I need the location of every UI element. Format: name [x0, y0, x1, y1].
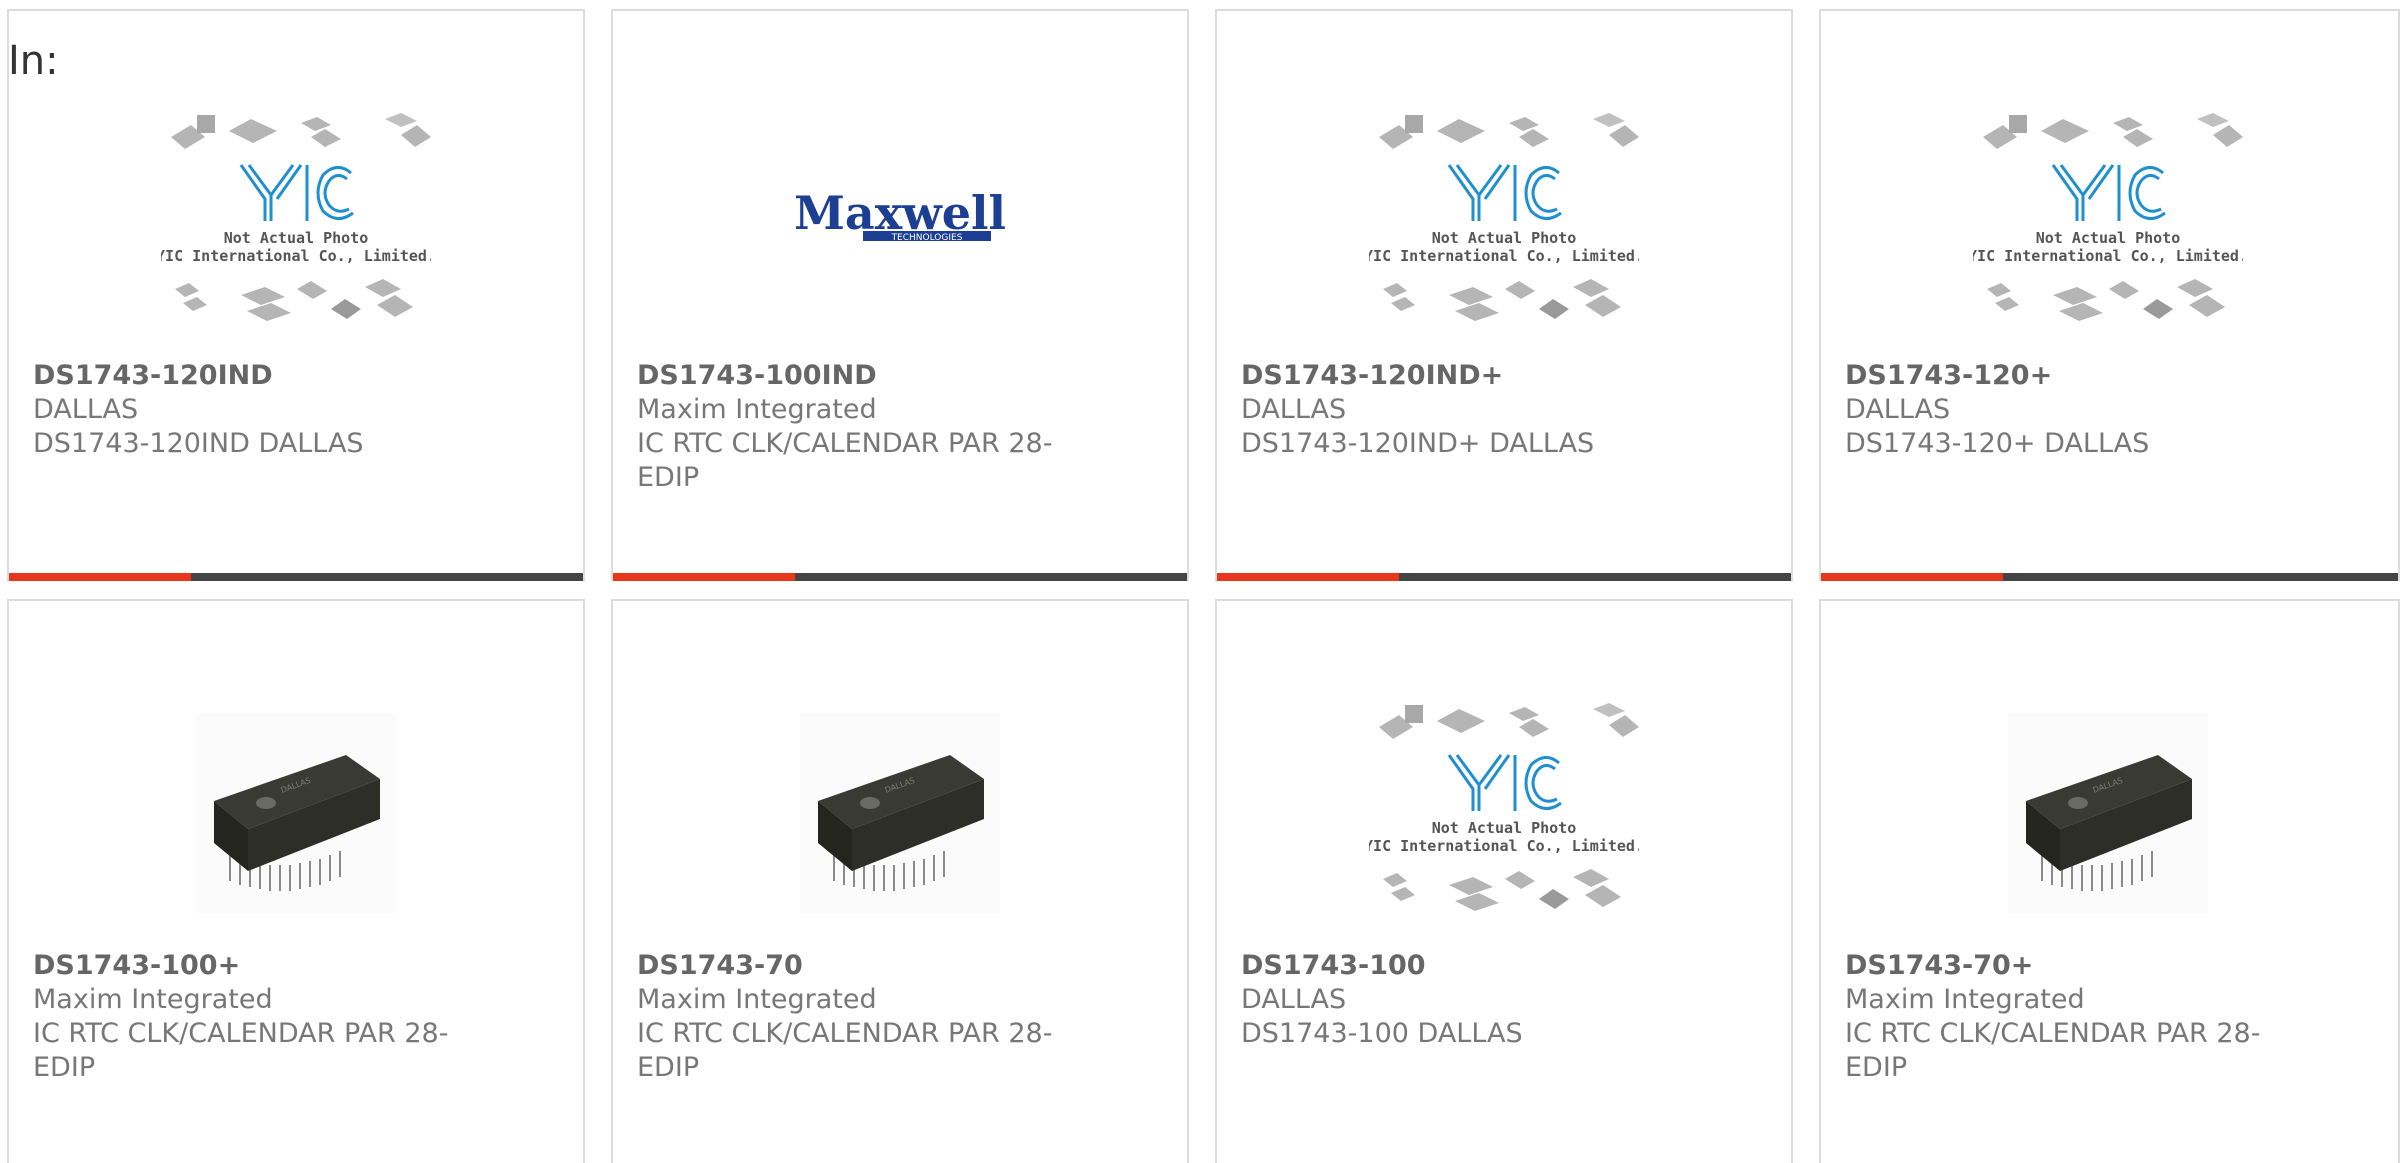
product-info: DS1743-120IND DALLAS DS1743-120IND DALLA…: [33, 359, 493, 461]
product-image[interactable]: Maxwell TECHNOLOGIES: [613, 95, 1187, 351]
in-label: In:: [8, 38, 59, 84]
manufacturer: DALLAS: [1241, 394, 1347, 425]
part-number-link[interactable]: DS1743-100+: [33, 949, 493, 983]
product-image[interactable]: DALLAS: [613, 685, 1187, 941]
product-info: DS1743-70+ Maxim Integrated IC RTC CLK/C…: [1845, 949, 2305, 1085]
product-info: DS1743-100IND Maxim Integrated IC RTC CL…: [637, 359, 1097, 495]
card-bottom-bar: [1217, 573, 1791, 581]
description: DS1743-100 DALLAS: [1241, 1018, 1523, 1049]
yic-placeholder-image: Not Actual Photo YIC International Co., …: [161, 113, 431, 321]
part-number-link[interactable]: DS1743-100: [1241, 949, 1701, 983]
card-accent-bar: [1821, 573, 2003, 581]
part-number-link[interactable]: DS1743-70: [637, 949, 1097, 983]
description: IC RTC CLK/CALENDAR PAR 28-EDIP: [637, 428, 1053, 493]
card-bottom-bar: [613, 573, 1187, 581]
description: DS1743-120IND+ DALLAS: [1241, 428, 1595, 459]
manufacturer: DALLAS: [1845, 394, 1951, 425]
svg-text:YIC International Co., Limited: YIC International Co., Limited.: [1369, 247, 1639, 265]
edip-chip-image: DALLAS: [196, 713, 396, 913]
part-number-link[interactable]: DS1743-120IND: [33, 359, 493, 393]
product-info: DS1743-100 DALLAS DS1743-100 DALLAS: [1241, 949, 1701, 1051]
product-image[interactable]: Not Actual Photo YIC International Co., …: [9, 95, 583, 351]
product-info: DS1743-100+ Maxim Integrated IC RTC CLK/…: [33, 949, 493, 1085]
yic-placeholder-image: Not Actual Photo YIC International Co., …: [1369, 113, 1639, 321]
svg-text:TECHNOLOGIES: TECHNOLOGIES: [891, 233, 963, 243]
svg-text:Not Actual Photo: Not Actual Photo: [1432, 229, 1577, 247]
yic-placeholder-image: Not Actual Photo YIC International Co., …: [1973, 113, 2243, 321]
product-card[interactable]: DALLAS DS1743-100+ Maxim Integrated IC R…: [7, 599, 585, 1163]
card-bottom-bar: [1821, 573, 2398, 581]
svg-text:Not Actual Photo: Not Actual Photo: [224, 229, 369, 247]
product-card[interactable]: Not Actual Photo YIC International Co., …: [7, 9, 585, 581]
edip-chip-image: DALLAS: [800, 713, 1000, 913]
product-info: DS1743-70 Maxim Integrated IC RTC CLK/CA…: [637, 949, 1097, 1085]
manufacturer: DALLAS: [33, 394, 139, 425]
product-info: DS1743-120+ DALLAS DS1743-120+ DALLAS: [1845, 359, 2305, 461]
svg-text:YIC International Co., Limited: YIC International Co., Limited.: [161, 247, 431, 265]
description: IC RTC CLK/CALENDAR PAR 28-EDIP: [1845, 1018, 2261, 1083]
manufacturer: Maxim Integrated: [637, 984, 877, 1015]
manufacturer: Maxim Integrated: [1845, 984, 2085, 1015]
part-number-link[interactable]: DS1743-120IND+: [1241, 359, 1701, 393]
svg-text:YIC International Co., Limited: YIC International Co., Limited.: [1369, 837, 1639, 855]
svg-text:Not Actual Photo: Not Actual Photo: [2036, 229, 2181, 247]
card-accent-bar: [1217, 573, 1399, 581]
svg-text:Not Actual Photo: Not Actual Photo: [1432, 819, 1577, 837]
product-image[interactable]: DALLAS: [9, 685, 583, 941]
product-card[interactable]: DALLAS DS1743-70 Maxim Integrated IC RTC…: [611, 599, 1189, 1163]
product-image[interactable]: DALLAS: [1821, 685, 2395, 941]
part-number-link[interactable]: DS1743-100IND: [637, 359, 1097, 393]
yic-placeholder-image: Not Actual Photo YIC International Co., …: [1369, 703, 1639, 911]
manufacturer: Maxim Integrated: [33, 984, 273, 1015]
product-grid-page: In: Not Actual Photo YIC International C…: [0, 0, 2400, 1163]
product-image[interactable]: Not Actual Photo YIC International Co., …: [1821, 95, 2395, 351]
edip-chip-image: DALLAS: [2008, 713, 2208, 913]
description: IC RTC CLK/CALENDAR PAR 28-EDIP: [637, 1018, 1053, 1083]
manufacturer: Maxim Integrated: [637, 394, 877, 425]
product-card[interactable]: Not Actual Photo YIC International Co., …: [1215, 599, 1793, 1163]
maxwell-logo: Maxwell TECHNOLOGIES: [794, 193, 1006, 243]
svg-text:YIC International Co., Limited: YIC International Co., Limited.: [1973, 247, 2243, 265]
product-image[interactable]: Not Actual Photo YIC International Co., …: [1217, 95, 1791, 351]
description: IC RTC CLK/CALENDAR PAR 28-EDIP: [33, 1018, 449, 1083]
product-card[interactable]: Maxwell TECHNOLOGIES DS1743-100IND Maxim…: [611, 9, 1189, 581]
product-card[interactable]: Not Actual Photo YIC International Co., …: [1215, 9, 1793, 581]
description: DS1743-120+ DALLAS: [1845, 428, 2150, 459]
card-accent-bar: [613, 573, 795, 581]
product-image[interactable]: Not Actual Photo YIC International Co., …: [1217, 685, 1791, 941]
card-bottom-bar: [9, 573, 583, 581]
manufacturer: DALLAS: [1241, 984, 1347, 1015]
description: DS1743-120IND DALLAS: [33, 428, 364, 459]
part-number-link[interactable]: DS1743-120+: [1845, 359, 2305, 393]
product-card[interactable]: Not Actual Photo YIC International Co., …: [1819, 9, 2400, 581]
card-accent-bar: [9, 573, 191, 581]
part-number-link[interactable]: DS1743-70+: [1845, 949, 2305, 983]
product-card[interactable]: DALLAS DS1743-70+ Maxim Integrated IC RT…: [1819, 599, 2400, 1163]
product-info: DS1743-120IND+ DALLAS DS1743-120IND+ DAL…: [1241, 359, 1701, 461]
